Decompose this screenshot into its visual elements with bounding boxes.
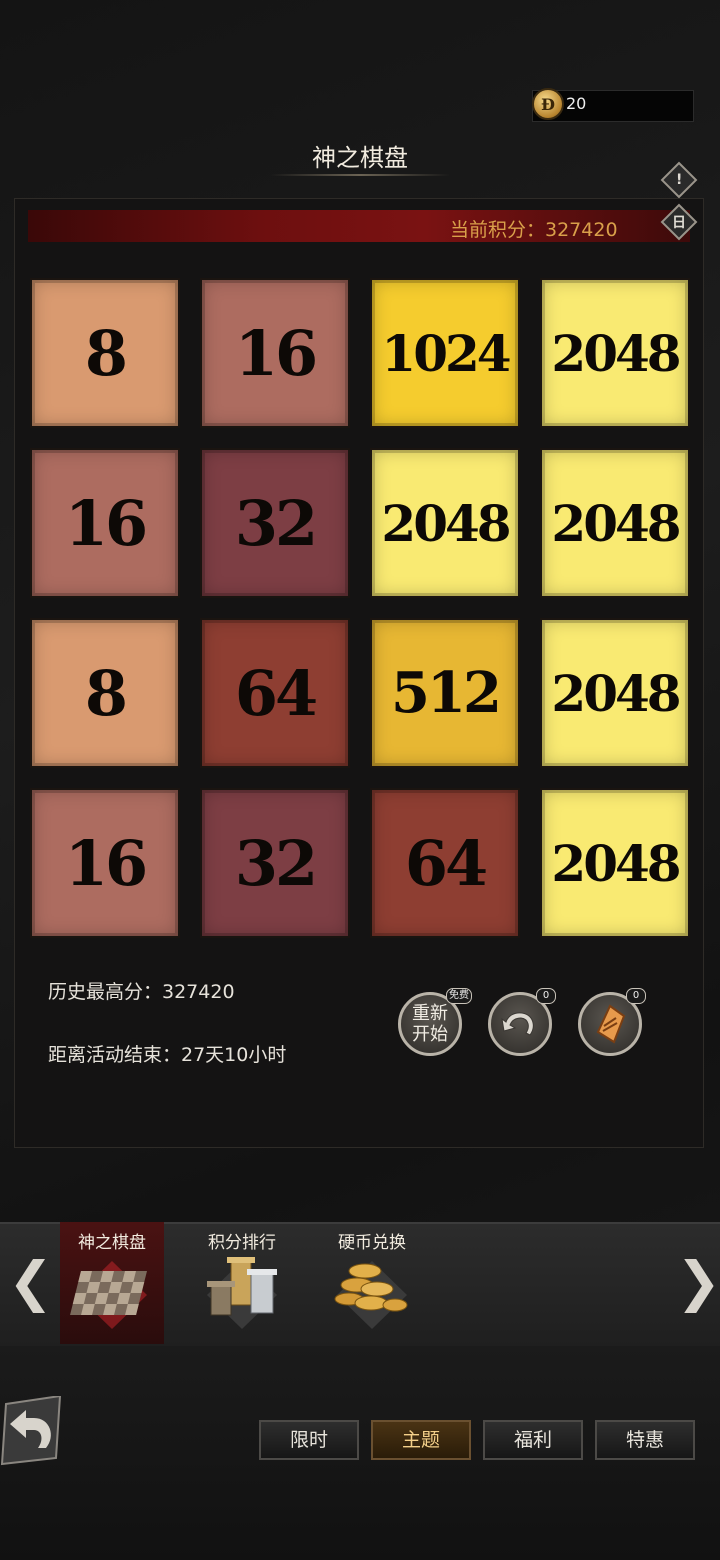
prev-arrow-button[interactable]: ❮ — [8, 1250, 53, 1313]
board-tile: 8 — [30, 618, 180, 768]
category-label: 硬币兑换 — [338, 1233, 406, 1253]
board-tile: 32 — [200, 448, 350, 598]
category-label: 积分排行 — [208, 1233, 276, 1253]
card-icon — [596, 1004, 626, 1044]
board-tile: 16 — [30, 448, 180, 598]
coin-icon-glyph: Ɖ — [541, 94, 555, 114]
board-tile: 512 — [370, 618, 520, 768]
board-tile: 16 — [30, 788, 180, 938]
chessboard-icon — [70, 1261, 147, 1329]
board-tile: 2048 — [370, 448, 520, 598]
category-coin-exchange[interactable]: 硬币兑换 — [320, 1222, 424, 1342]
undo-count-badge: 0 — [536, 988, 556, 1004]
card-count-badge: 0 — [626, 988, 646, 1004]
calendar-icon: 日 — [672, 215, 686, 231]
tab-special-offer[interactable]: 特惠 — [595, 1420, 695, 1460]
best-score: 历史最高分：327420 — [48, 981, 235, 1003]
tab-theme[interactable]: 主题 — [371, 1420, 471, 1460]
board-tile: 2048 — [540, 788, 690, 938]
coin-icon: Ɖ — [532, 88, 564, 120]
board-tile: 2048 — [540, 278, 690, 428]
board-tile: 2048 — [540, 618, 690, 768]
coin-amount: 20 — [566, 94, 587, 113]
board-tile: 16 — [200, 278, 350, 428]
current-score: 当前积分：327420 — [450, 219, 618, 241]
ranking-pillars-icon — [207, 1257, 277, 1329]
restart-free-badge: 免费 — [446, 988, 472, 1004]
tab-welfare[interactable]: 福利 — [483, 1420, 583, 1460]
category-label: 神之棋盘 — [78, 1233, 146, 1253]
event-countdown: 距离活动结束：27天10小时 — [48, 1044, 287, 1066]
coins-icon — [334, 1261, 408, 1329]
board-tile: 2048 — [540, 448, 690, 598]
tab-limited[interactable]: 限时 — [259, 1420, 359, 1460]
back-arrow-icon — [0, 1394, 62, 1466]
board-tile: 8 — [30, 278, 180, 428]
restart-label-line1: 重新 — [412, 1003, 448, 1024]
page-title: 神之棋盘 — [312, 144, 408, 172]
back-button[interactable] — [0, 1394, 64, 1466]
next-arrow-button[interactable]: ❯ — [676, 1250, 720, 1313]
game-board[interactable]: 8 16 1024 2048 16 32 2048 2048 8 64 512 2048 16 32 64 2… — [22, 270, 702, 950]
board-tile: 1024 — [370, 278, 520, 428]
board-tile: 64 — [370, 788, 520, 938]
category-ranking[interactable]: 积分排行 — [190, 1222, 294, 1342]
board-tile: 64 — [200, 618, 350, 768]
restart-label-line2: 开始 — [412, 1024, 448, 1045]
category-chessboard[interactable]: 神之棋盘 — [60, 1222, 164, 1342]
board-tile: 32 — [200, 788, 350, 938]
title-divider — [270, 174, 450, 176]
undo-icon — [501, 1012, 534, 1036]
info-icon: ! — [675, 171, 683, 188]
